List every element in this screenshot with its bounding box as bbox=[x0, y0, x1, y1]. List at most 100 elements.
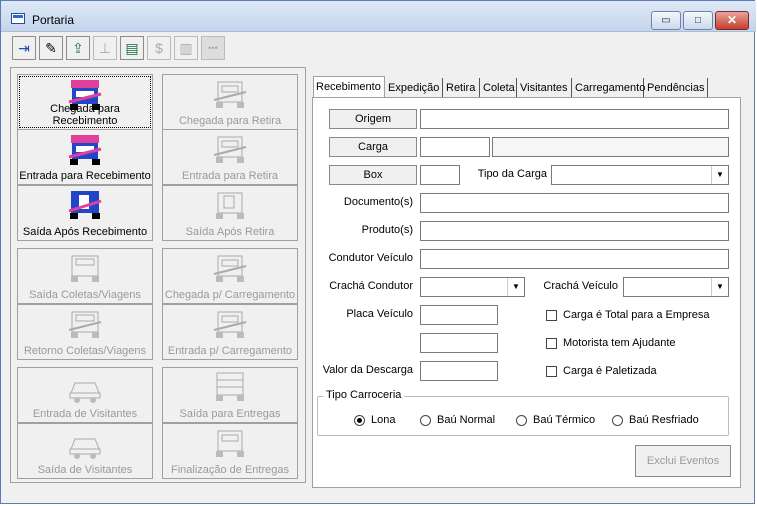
dollar-icon[interactable]: $ bbox=[147, 36, 171, 60]
chevron-down-icon: ▼ bbox=[507, 278, 524, 296]
book-icon[interactable]: ▥ bbox=[174, 36, 198, 60]
carga-button[interactable]: Carga bbox=[329, 137, 417, 157]
pencil-icon[interactable]: ✎ bbox=[39, 36, 63, 60]
box-button[interactable]: Box bbox=[329, 165, 417, 185]
truck-icon bbox=[68, 135, 102, 165]
saida-entregas-button[interactable]: Saída para Entregas bbox=[162, 367, 298, 423]
produtos-label: Produto(s) bbox=[361, 224, 413, 236]
entrada-recebimento-button[interactable]: Entrada para Recebimento bbox=[17, 129, 153, 185]
more-icon[interactable]: ••• bbox=[201, 36, 225, 60]
bau-termico-radio[interactable] bbox=[516, 415, 527, 426]
documentos-label: Documento(s) bbox=[343, 196, 413, 208]
saida-visitantes-button[interactable]: Saída de Visitantes bbox=[17, 423, 153, 479]
cracha-condutor-select[interactable]: ▼ bbox=[420, 277, 525, 297]
tab-coleta[interactable]: Coleta bbox=[481, 78, 517, 98]
bau-resfriado-radio[interactable] bbox=[612, 415, 623, 426]
origem-field[interactable] bbox=[420, 109, 729, 129]
saida-apos-recebimento-button[interactable]: Saída Após Recebimento bbox=[17, 185, 153, 241]
tile-label: Saída para Entregas bbox=[179, 408, 281, 420]
truck-icon bbox=[213, 136, 247, 163]
tab-retira[interactable]: Retira bbox=[444, 78, 480, 98]
tab-carregamento[interactable]: Carregamento bbox=[573, 78, 645, 98]
tile-label: Entrada p/ Carregamento bbox=[167, 345, 293, 357]
truck-icon bbox=[213, 311, 247, 338]
tile-label: Entrada para Retira bbox=[182, 170, 278, 182]
minimize-button[interactable]: ▭ bbox=[651, 11, 681, 30]
carga-total-label: Carga é Total para a Empresa bbox=[563, 309, 710, 321]
placa-label: Placa Veículo bbox=[346, 308, 413, 320]
stamp-icon[interactable]: ⊥ bbox=[93, 36, 117, 60]
truck-icon bbox=[216, 192, 244, 219]
motorista-ajudante-checkbox[interactable] bbox=[546, 338, 557, 349]
chegada-retira-button[interactable]: Chegada para Retira bbox=[162, 74, 298, 130]
tile-label: Saída Coletas/Viagens bbox=[29, 289, 141, 301]
entrada-retira-button[interactable]: Entrada para Retira bbox=[162, 129, 298, 185]
bau-termico-label: Baú Térmico bbox=[533, 414, 596, 426]
tile-label: Saída de Visitantes bbox=[37, 464, 133, 476]
entrada-carregamento-button[interactable]: Entrada p/ Carregamento bbox=[162, 304, 298, 360]
bau-resfriado-label: Baú Resfriado bbox=[629, 414, 699, 426]
tile-label: Chegada p/ Carregamento bbox=[164, 289, 296, 301]
cracha-veiculo-label: Crachá Veículo bbox=[543, 280, 618, 292]
tipo-carga-select[interactable]: ▼ bbox=[551, 165, 729, 185]
truck-icon bbox=[216, 372, 244, 401]
tile-label: Chegada para Retira bbox=[178, 115, 282, 127]
report-icon[interactable]: ▤ bbox=[120, 36, 144, 60]
retorno-coletas-button[interactable]: Retorno Coletas/Viagens bbox=[17, 304, 153, 360]
exclui-eventos-button[interactable]: Exclui Eventos bbox=[635, 445, 731, 477]
bau-normal-radio[interactable] bbox=[420, 415, 431, 426]
window-title: Portaria bbox=[32, 13, 75, 27]
motorista-ajudante-label: Motorista tem Ajudante bbox=[563, 337, 676, 349]
tile-label: Saída Após Recebimento bbox=[22, 226, 148, 238]
chevron-down-icon: ▼ bbox=[711, 278, 728, 296]
title-bar[interactable]: Portaria ▭ □ ✕ bbox=[1, 1, 756, 32]
truck-icon bbox=[216, 430, 244, 457]
condutor-label: Condutor Veículo bbox=[328, 252, 413, 264]
tab-pendencias[interactable]: Pendências bbox=[645, 78, 708, 98]
carga-total-checkbox[interactable] bbox=[546, 310, 557, 321]
placa-field-1[interactable] bbox=[420, 305, 498, 325]
entrada-visitantes-button[interactable]: Entrada de Visitantes bbox=[17, 367, 153, 423]
tile-label: Entrada para Recebimento bbox=[19, 170, 151, 182]
carga-description-field bbox=[492, 137, 729, 157]
truck-icon bbox=[68, 311, 102, 338]
cracha-veiculo-select[interactable]: ▼ bbox=[623, 277, 729, 297]
valor-descarga-field[interactable] bbox=[420, 361, 498, 381]
origem-button[interactable]: Origem bbox=[329, 109, 417, 129]
tile-label: Saída Após Retira bbox=[185, 226, 275, 238]
saida-coletas-button[interactable]: Saída Coletas/Viagens bbox=[17, 248, 153, 304]
close-button[interactable]: ✕ bbox=[715, 11, 749, 30]
chevron-down-icon: ▼ bbox=[711, 166, 728, 184]
carga-field[interactable] bbox=[420, 137, 490, 157]
folder-upload-icon[interactable]: ⇪ bbox=[66, 36, 90, 60]
produtos-field[interactable] bbox=[420, 221, 729, 241]
truck-icon bbox=[213, 81, 247, 108]
tile-label: Retorno Coletas/Viagens bbox=[23, 345, 147, 357]
exit-icon[interactable]: ⇥ bbox=[12, 36, 36, 60]
lona-label: Lona bbox=[371, 414, 396, 426]
tab-expedicao[interactable]: Expedição bbox=[386, 78, 443, 98]
finalizacao-entregas-button[interactable]: Finalização de Entregas bbox=[162, 423, 298, 479]
tipo-carga-label: Tipo da Carga bbox=[477, 168, 547, 180]
maximize-button[interactable]: □ bbox=[683, 11, 713, 30]
saida-apos-retira-button[interactable]: Saída Após Retira bbox=[162, 185, 298, 241]
tab-recebimento[interactable]: Recebimento bbox=[313, 76, 385, 98]
tile-label: Chegada para Recebimento bbox=[50, 103, 120, 127]
tab-visitantes[interactable]: Visitantes bbox=[518, 78, 572, 98]
portaria-window: Portaria ▭ □ ✕ ⇥ ✎ ⇪ ⊥ ▤ $ ▥ ••• Chegada… bbox=[0, 0, 756, 504]
truck-icon bbox=[213, 255, 247, 282]
lona-radio[interactable] bbox=[354, 415, 365, 426]
tipo-carroceria-title: Tipo Carroceria bbox=[323, 389, 405, 401]
chegada-carregamento-button[interactable]: Chegada p/ Carregamento bbox=[162, 248, 298, 304]
placa-field-2[interactable] bbox=[420, 333, 498, 353]
documentos-field[interactable] bbox=[420, 193, 729, 213]
paletizada-checkbox[interactable] bbox=[546, 366, 557, 377]
condutor-field[interactable] bbox=[420, 249, 729, 269]
bau-normal-label: Baú Normal bbox=[437, 414, 496, 426]
truck-icon bbox=[68, 191, 102, 219]
truck-icon bbox=[71, 255, 99, 282]
box-field[interactable] bbox=[420, 165, 460, 185]
car-icon bbox=[69, 382, 101, 403]
cracha-condutor-label: Crachá Condutor bbox=[329, 280, 413, 292]
chegada-recebimento-button[interactable]: Chegada para Recebimento bbox=[17, 74, 153, 130]
